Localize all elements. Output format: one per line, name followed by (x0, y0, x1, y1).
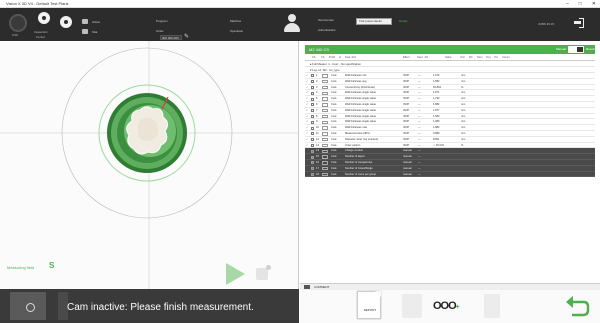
results-header: M2 440 CS (305, 45, 595, 54)
maximize-button[interactable]: □ (579, 0, 582, 8)
title-bar: Vision X 3D V4 - Default Test Plans – □ … (0, 0, 600, 8)
row-checkbox[interactable] (311, 138, 314, 142)
row-graph-icon[interactable] (322, 166, 328, 171)
row-checkbox[interactable] (311, 172, 314, 176)
center-label: Center (36, 35, 46, 39)
row-graph-icon[interactable] (322, 149, 328, 153)
stat-label: Stat (92, 30, 98, 34)
row-graph-icon[interactable] (322, 91, 328, 95)
ooo-button[interactable]: OOO+ (433, 300, 460, 313)
camera-viewport[interactable] (0, 41, 299, 289)
row-graph-icon[interactable] (322, 172, 328, 177)
order-label: Order (156, 29, 164, 33)
row-graph-icon[interactable] (322, 161, 328, 165)
row-graph-icon[interactable] (322, 74, 328, 78)
user-role-label: Serviceman (318, 18, 334, 22)
comment-expand-icon[interactable] (304, 285, 310, 289)
row-checkbox[interactable] (311, 143, 314, 147)
status-text: Ready (399, 19, 408, 23)
cell-eff: manual (403, 172, 412, 176)
chart-icon (402, 294, 422, 318)
row-checkbox[interactable] (311, 155, 314, 159)
row-checkbox[interactable] (311, 132, 314, 136)
row-checkbox[interactable] (311, 97, 314, 101)
window-title: Vision X 3D V4 - Default Test Plans (6, 1, 69, 6)
window-controls: – □ ✕ (566, 0, 596, 8)
row-checkbox[interactable] (311, 109, 314, 113)
active-label: Active (92, 20, 101, 24)
user-level-label: Administrator (318, 28, 336, 32)
active-icon (82, 19, 88, 24)
main-toolbar: 0.00 Inspection Center Active Stat Progr… (0, 8, 600, 41)
cell-prof: Cust. (331, 172, 338, 176)
row-checkbox[interactable] (311, 103, 314, 107)
cell-spec: — (418, 172, 421, 176)
play-icon[interactable] (226, 263, 245, 285)
row-checkbox[interactable] (311, 120, 314, 124)
row-checkbox[interactable] (311, 161, 314, 165)
row-graph-icon[interactable] (322, 120, 328, 124)
logout-icon[interactable] (574, 18, 584, 28)
gauge-value: 0.00 (12, 33, 18, 37)
cell-ch: 18 (316, 172, 319, 176)
row-graph-icon[interactable] (322, 137, 328, 142)
jobs-info: JOBS 30.15 (538, 22, 555, 26)
record-button[interactable] (60, 16, 72, 28)
close-button[interactable]: ✕ (592, 0, 596, 8)
row-checkbox[interactable] (311, 85, 314, 89)
plan-dropdown[interactable]: Tisk pusat vlastní maska (356, 18, 392, 28)
row-checkbox[interactable] (311, 149, 314, 153)
inspection-button[interactable] (38, 12, 50, 24)
order-field[interactable]: 000 000 000 (160, 35, 182, 40)
row-checkbox[interactable] (311, 126, 314, 130)
row-graph-icon[interactable] (322, 114, 328, 119)
row-checkbox[interactable] (311, 74, 314, 78)
row-graph-icon[interactable] (322, 79, 328, 84)
measuring-field-label: Measuring field (7, 265, 35, 270)
camera-status-message: Cam inactive: Please finish measurement. (67, 302, 254, 313)
delete-icon (484, 294, 500, 318)
measuring-field-value: S (49, 261, 55, 270)
table-row[interactable]: 18 Cust. Number of cores per group manual — (305, 171, 595, 178)
row-graph-icon[interactable] (322, 155, 328, 159)
results-table: Ch. Ch Profil H Feat. Ref. Effect Spec. … (305, 55, 595, 178)
inspection-label: Inspection (34, 30, 48, 34)
comment-bar[interactable]: COMMENT (300, 283, 600, 290)
minimize-button[interactable]: – (566, 0, 569, 8)
row-graph-icon[interactable] (322, 132, 328, 136)
snapshot-icon[interactable] (256, 265, 271, 280)
table-body: ✓ 1 Cust. Wall thickness min ISOP —1.072 mm ✓ 2 C… (305, 73, 595, 178)
report-button[interactable]: REPORT (357, 291, 381, 319)
row-checkbox[interactable] (311, 80, 314, 84)
cable-cross-section-image (0, 41, 298, 289)
user-icon[interactable] (283, 14, 301, 34)
manual-toggle-label: Manual (556, 47, 566, 51)
row-checkbox[interactable] (311, 167, 314, 171)
operation-label: Operation (230, 29, 244, 33)
machine-label: Machine (230, 19, 242, 23)
ooo-plus-icon: + (455, 304, 460, 311)
ooo-label: OOO (433, 300, 457, 312)
mode-toggle[interactable] (568, 46, 584, 53)
undo-icon[interactable] (564, 294, 590, 320)
row-checkbox[interactable] (311, 114, 314, 118)
row-graph-icon[interactable] (322, 143, 328, 148)
row-graph-icon[interactable] (322, 126, 328, 130)
gauge-icon (9, 14, 27, 32)
report-label: REPORT (363, 308, 377, 312)
row-graph-icon[interactable] (322, 85, 328, 90)
stat-icon (82, 29, 88, 34)
row-graph-icon[interactable] (322, 103, 328, 107)
program-label: Program (156, 19, 168, 23)
row-graph-icon[interactable] (322, 97, 328, 101)
cell-name: Number of cores per group (345, 172, 376, 176)
row-checkbox[interactable] (311, 91, 314, 95)
edit-pencil-icon[interactable]: ✎ (184, 34, 189, 40)
row-graph-icon[interactable] (322, 108, 328, 113)
camera-icon (26, 303, 35, 312)
result-toggle-label: Result (586, 47, 595, 51)
